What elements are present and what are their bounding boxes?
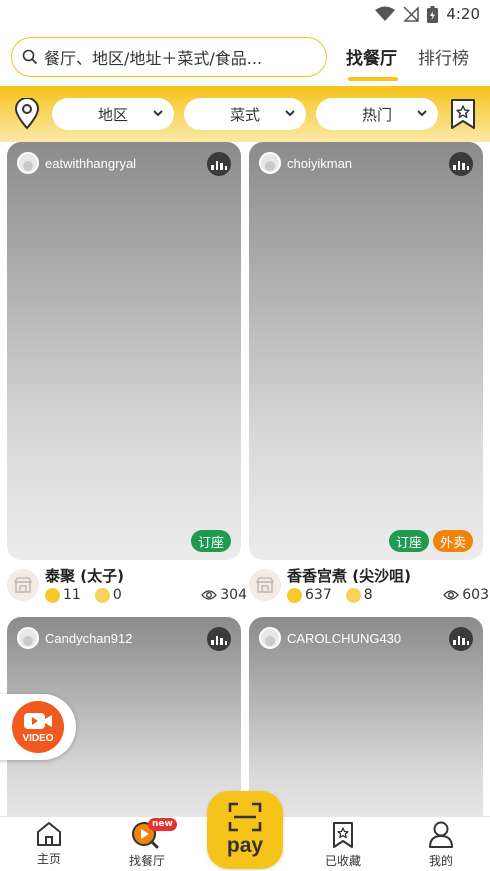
filter-region-dropdown[interactable]: 地区 [52, 98, 174, 130]
sad-face-icon [345, 587, 361, 603]
filter-cuisine-dropdown[interactable]: 菜式 [184, 98, 306, 130]
card-user: Candychan912 [17, 627, 132, 649]
restaurant-card[interactable]: eatwithhangryal 订座 [7, 142, 241, 560]
restaurant-info: 泰聚 (太子) 11 0 304 [7, 565, 247, 609]
filter-region-label: 地区 [97, 105, 128, 124]
nav-home-label: 主页 [36, 852, 61, 866]
nav-find-label: 找餐厅 [128, 854, 165, 868]
chevron-down-icon [417, 110, 427, 117]
search-placeholder: 餐厅、地区/地址＋菜式/食品... [44, 49, 263, 68]
filter-popular-dropdown[interactable]: 热门 [316, 98, 438, 130]
likes-count: 11 [63, 587, 81, 603]
card-username: Candychan912 [45, 630, 133, 646]
eye-icon [443, 590, 460, 600]
dislikes-count: 8 [363, 587, 373, 603]
scan-icon [228, 802, 262, 832]
filter-bar: 地区 菜式 热门 [0, 86, 490, 142]
video-label: VIDEO [22, 732, 54, 744]
status-icons: 4:20 [375, 5, 480, 23]
card-username: choiyikman [287, 155, 353, 171]
pay-label: pay [226, 834, 264, 857]
views: 603 [443, 587, 489, 603]
bookmark-star-icon [333, 822, 353, 848]
user-icon [429, 821, 453, 848]
stats-icon[interactable] [207, 627, 231, 651]
home-icon [37, 822, 61, 846]
shop-icon [7, 569, 39, 601]
card-user: choiyikman [259, 152, 352, 174]
battery-icon [427, 5, 439, 23]
video-button[interactable]: VIDEO [0, 694, 76, 760]
header: 餐厅、地区/地址＋菜式/食品... 找餐厅 排行榜 [0, 30, 490, 86]
avatar [259, 152, 281, 174]
nav-saved-label: 已收藏 [324, 854, 361, 868]
nav-find-restaurant[interactable]: new 找餐厅 [112, 818, 182, 869]
restaurant-card[interactable]: choiyikman 订座 外卖 [249, 142, 483, 560]
likes-count: 637 [305, 587, 332, 603]
reserve-badge: 订座 [388, 530, 429, 552]
views: 304 [201, 587, 247, 603]
card-badges: 订座 [190, 530, 231, 552]
status-bar: 4:20 [0, 0, 490, 30]
pay-button[interactable]: pay [207, 791, 283, 869]
card-username: eatwithhangryal [45, 155, 137, 171]
avatar [17, 627, 39, 649]
nav-saved[interactable]: 已收藏 [308, 821, 378, 869]
nav-me-label: 我的 [428, 854, 453, 868]
nav-me[interactable]: 我的 [406, 821, 476, 869]
stats-icon[interactable] [449, 627, 473, 651]
filter-popular-label: 热门 [361, 105, 392, 124]
bookmark-star-icon[interactable] [450, 98, 476, 130]
shop-name: 泰聚 (太子) [45, 567, 124, 585]
tab-active-indicator [348, 77, 398, 81]
nav-home[interactable]: 主页 [14, 821, 84, 867]
card-username: CAROLCHUNG430 [287, 630, 402, 646]
happy-face-icon [45, 587, 60, 603]
no-signal-icon [403, 6, 420, 22]
restaurant-card[interactable]: CAROLCHUNG430 [249, 617, 483, 837]
search-input[interactable]: 餐厅、地区/地址＋菜式/食品... [11, 37, 327, 77]
rating: 637 8 [287, 587, 373, 603]
tab-find-restaurant[interactable]: 找餐厅 [346, 44, 397, 69]
card-user: eatwithhangryal [17, 152, 136, 174]
chevron-down-icon [285, 110, 295, 117]
shop-name: 香香宫煮 (尖沙咀) [287, 567, 411, 585]
wifi-icon [375, 6, 396, 21]
reserve-badge: 订座 [190, 530, 231, 552]
restaurant-info: 香香宫煮 (尖沙咀) 637 8 603 [249, 565, 489, 609]
happy-face-icon [287, 587, 302, 603]
avatar [259, 627, 281, 649]
card-user: CAROLCHUNG430 [259, 627, 401, 649]
avatar [17, 152, 39, 174]
video-circle: VIDEO [12, 701, 64, 753]
search-icon [22, 49, 38, 65]
filter-cuisine-label: 菜式 [229, 105, 260, 124]
rating: 11 0 [45, 587, 122, 603]
card-badges: 订座 外卖 [388, 530, 473, 552]
views-count: 304 [220, 587, 247, 603]
chevron-down-icon [153, 110, 163, 117]
takeaway-badge: 外卖 [432, 530, 473, 552]
stats-icon[interactable] [449, 152, 473, 176]
location-pin-icon[interactable] [13, 98, 41, 130]
status-time: 4:20 [446, 5, 480, 23]
sad-face-icon [94, 587, 110, 603]
shop-icon [249, 569, 281, 601]
tab-ranking[interactable]: 排行榜 [418, 44, 469, 69]
dislikes-count: 0 [112, 587, 122, 603]
eye-icon [201, 590, 218, 600]
stats-icon[interactable] [207, 152, 231, 176]
views-count: 603 [462, 587, 489, 603]
new-badge: new [148, 818, 177, 831]
video-camera-icon [24, 712, 52, 729]
